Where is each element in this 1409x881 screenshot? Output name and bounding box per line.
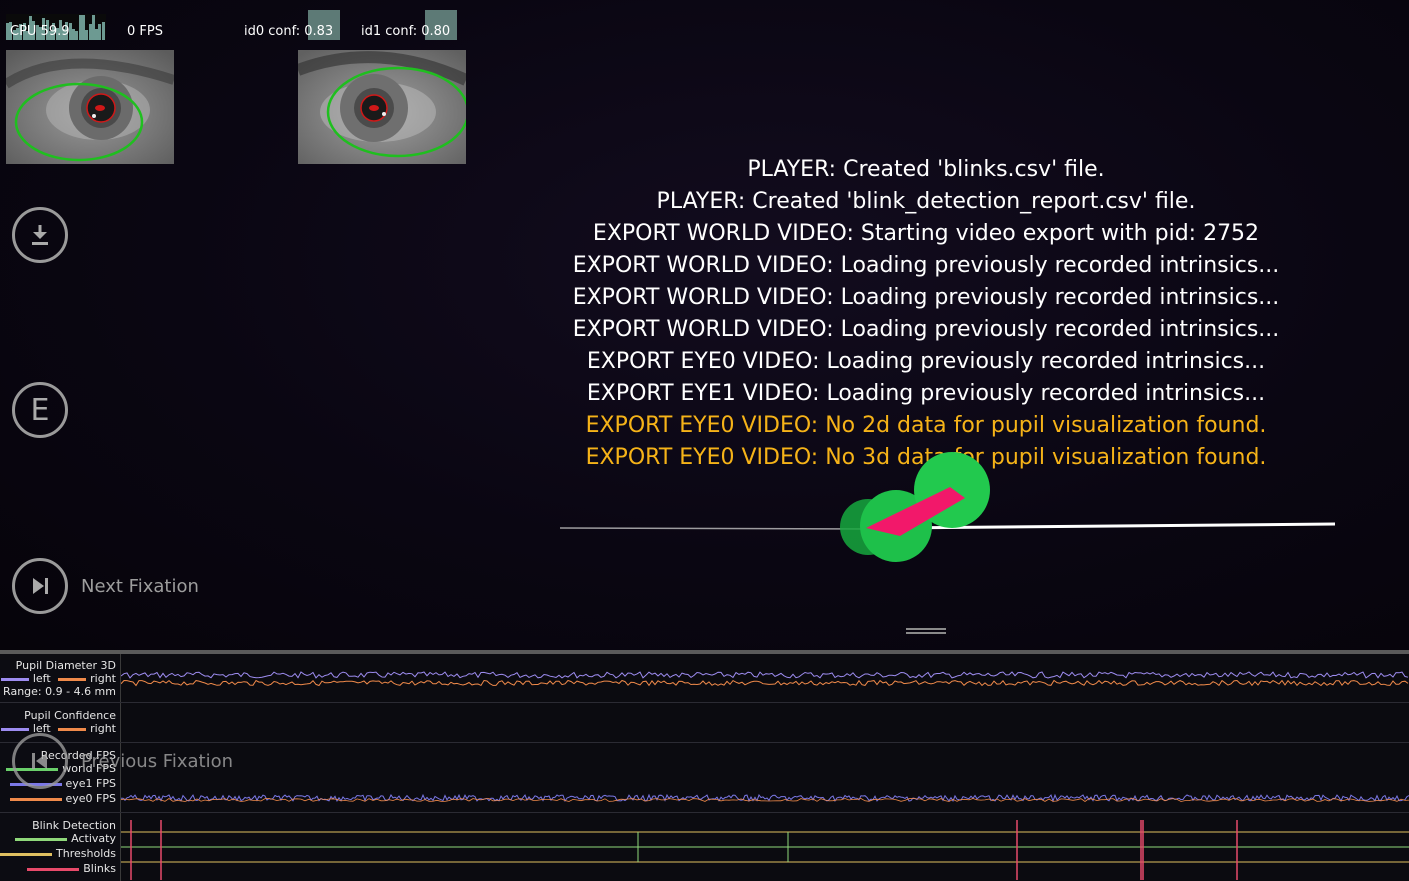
eye0-fps-label: eye0 FPS	[65, 792, 116, 805]
pupil-diameter-range: Range: 0.9 - 4.6 mm	[3, 685, 116, 698]
pupil-diameter-title: Pupil Diameter 3D	[15, 659, 116, 672]
skip-previous-icon	[32, 753, 47, 769]
pupil-confidence-title: Pupil Confidence	[24, 709, 116, 722]
pupil-confidence-legend: left right	[0, 722, 116, 735]
blinks-legend: Blinks	[23, 862, 116, 875]
eye1-fps-series	[121, 793, 1409, 803]
thresholds-label: Thresholds	[56, 847, 116, 860]
legend-left-label: left	[32, 672, 51, 685]
resize-handle[interactable]	[906, 628, 946, 630]
activity-label: Activaty	[71, 832, 116, 845]
legend-right-label: right	[90, 672, 116, 685]
pupil-left-series	[121, 671, 1409, 679]
thresholds-legend: Thresholds	[0, 847, 116, 860]
confidence-right-label: right	[90, 722, 116, 735]
activity-legend: Activaty	[11, 832, 116, 845]
previous-fixation-label: Previous Fixation	[81, 751, 233, 772]
blinks-label: Blinks	[83, 862, 116, 875]
pupil-right-series	[121, 679, 1409, 687]
pupil-diameter-legend: left right	[0, 672, 116, 685]
eye1-fps-label: eye1 FPS	[65, 777, 116, 790]
eye0-fps-legend: eye0 FPS	[6, 792, 116, 805]
timeline-plots[interactable]	[121, 654, 1409, 881]
previous-fixation-button[interactable]	[12, 733, 68, 789]
resize-handle-line	[906, 632, 946, 634]
blink-title: Blink Detection	[32, 819, 116, 832]
gaze-overlay	[559, 452, 1336, 562]
